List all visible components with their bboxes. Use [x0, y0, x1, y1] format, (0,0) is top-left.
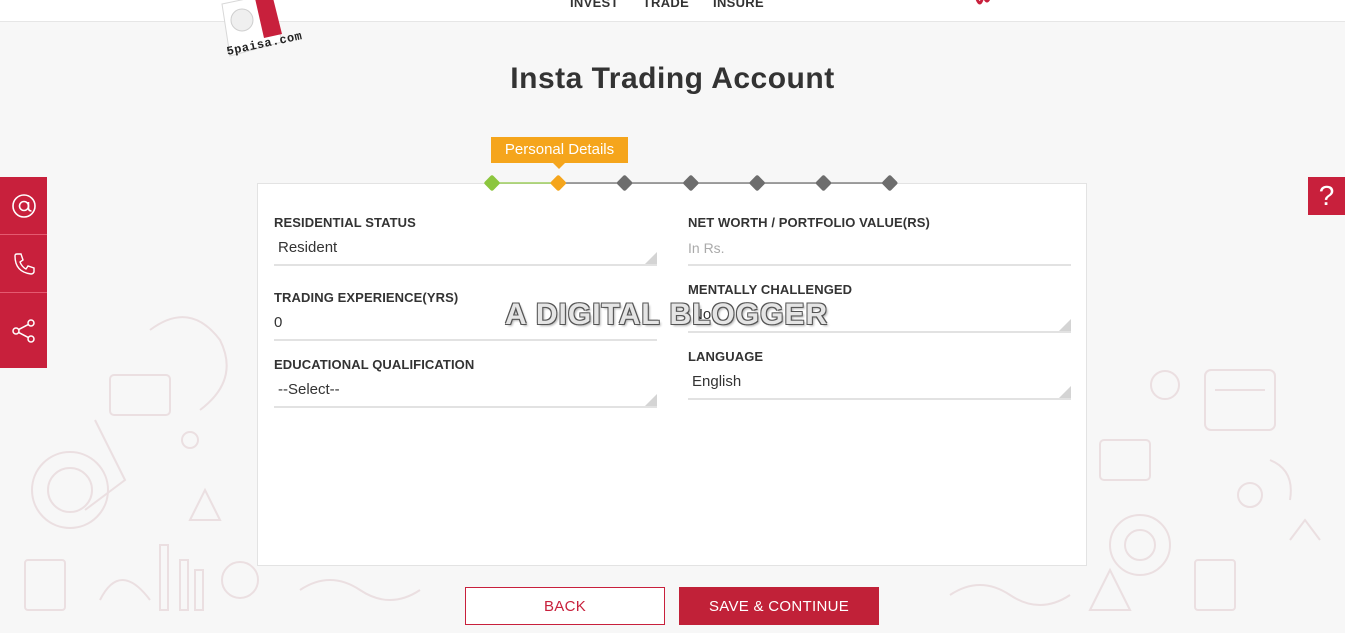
- residential-status-label: RESIDENTIAL STATUS: [274, 215, 416, 230]
- net-worth-input[interactable]: In Rs.: [688, 240, 1071, 266]
- language-select[interactable]: English: [688, 374, 1071, 400]
- nav-trade[interactable]: TRADE: [643, 0, 689, 10]
- educational-qualification-label: EDUCATIONAL QUALIFICATION: [274, 357, 475, 372]
- active-step-tooltip: Personal Details: [491, 137, 628, 169]
- nav-insure[interactable]: INSURE: [713, 0, 764, 10]
- educational-qualification-select[interactable]: --Select--: [274, 382, 657, 408]
- form-card: RESIDENTIAL STATUS Resident TRADING EXPE…: [257, 183, 1087, 566]
- email-contact-button[interactable]: [0, 177, 47, 235]
- net-worth-placeholder: In Rs.: [688, 240, 725, 256]
- dropdown-arrow-icon: [645, 252, 657, 264]
- residential-status-field: RESIDENTIAL STATUS Resident: [274, 215, 657, 266]
- at-icon: [11, 193, 36, 218]
- educational-qualification-field: EDUCATIONAL QUALIFICATION --Select--: [274, 357, 657, 408]
- share-icon: [11, 318, 35, 343]
- trading-experience-value: 0: [274, 314, 283, 331]
- residential-status-select[interactable]: Resident: [274, 240, 657, 266]
- main-nav: INVEST TRADE INSURE: [570, 0, 764, 10]
- language-label: LANGUAGE: [688, 349, 764, 364]
- save-continue-button[interactable]: SAVE & CONTINUE: [679, 587, 879, 625]
- phone-contact-button[interactable]: [0, 235, 47, 293]
- mentally-challenged-label: MENTALLY CHALLENGED: [688, 282, 853, 297]
- share-button[interactable]: [0, 293, 47, 368]
- location-pin-icon[interactable]: [973, 0, 993, 8]
- net-worth-label: NET WORTH / PORTFOLIO VALUE(RS): [688, 215, 930, 230]
- contact-sidebar: [0, 177, 47, 368]
- page-title: Insta Trading Account: [510, 62, 835, 95]
- top-navbar: INVEST TRADE INSURE: [0, 0, 1345, 22]
- progress-stepper: [484, 175, 898, 191]
- watermark-text: A DIGITAL BLOGGER: [505, 298, 829, 331]
- help-button[interactable]: ?: [1308, 177, 1345, 215]
- language-value: English: [692, 373, 742, 390]
- residential-status-value: Resident: [278, 239, 338, 256]
- dropdown-arrow-icon: [1059, 319, 1071, 331]
- dropdown-arrow-icon: [1059, 386, 1071, 398]
- dropdown-arrow-icon: [645, 394, 657, 406]
- nav-invest[interactable]: INVEST: [570, 0, 619, 10]
- phone-icon: [13, 252, 35, 275]
- back-button[interactable]: BACK: [465, 587, 665, 625]
- educational-qualification-value: --Select--: [278, 381, 340, 398]
- language-field: LANGUAGE English: [688, 349, 1071, 400]
- net-worth-field: NET WORTH / PORTFOLIO VALUE(RS) In Rs.: [688, 215, 1071, 266]
